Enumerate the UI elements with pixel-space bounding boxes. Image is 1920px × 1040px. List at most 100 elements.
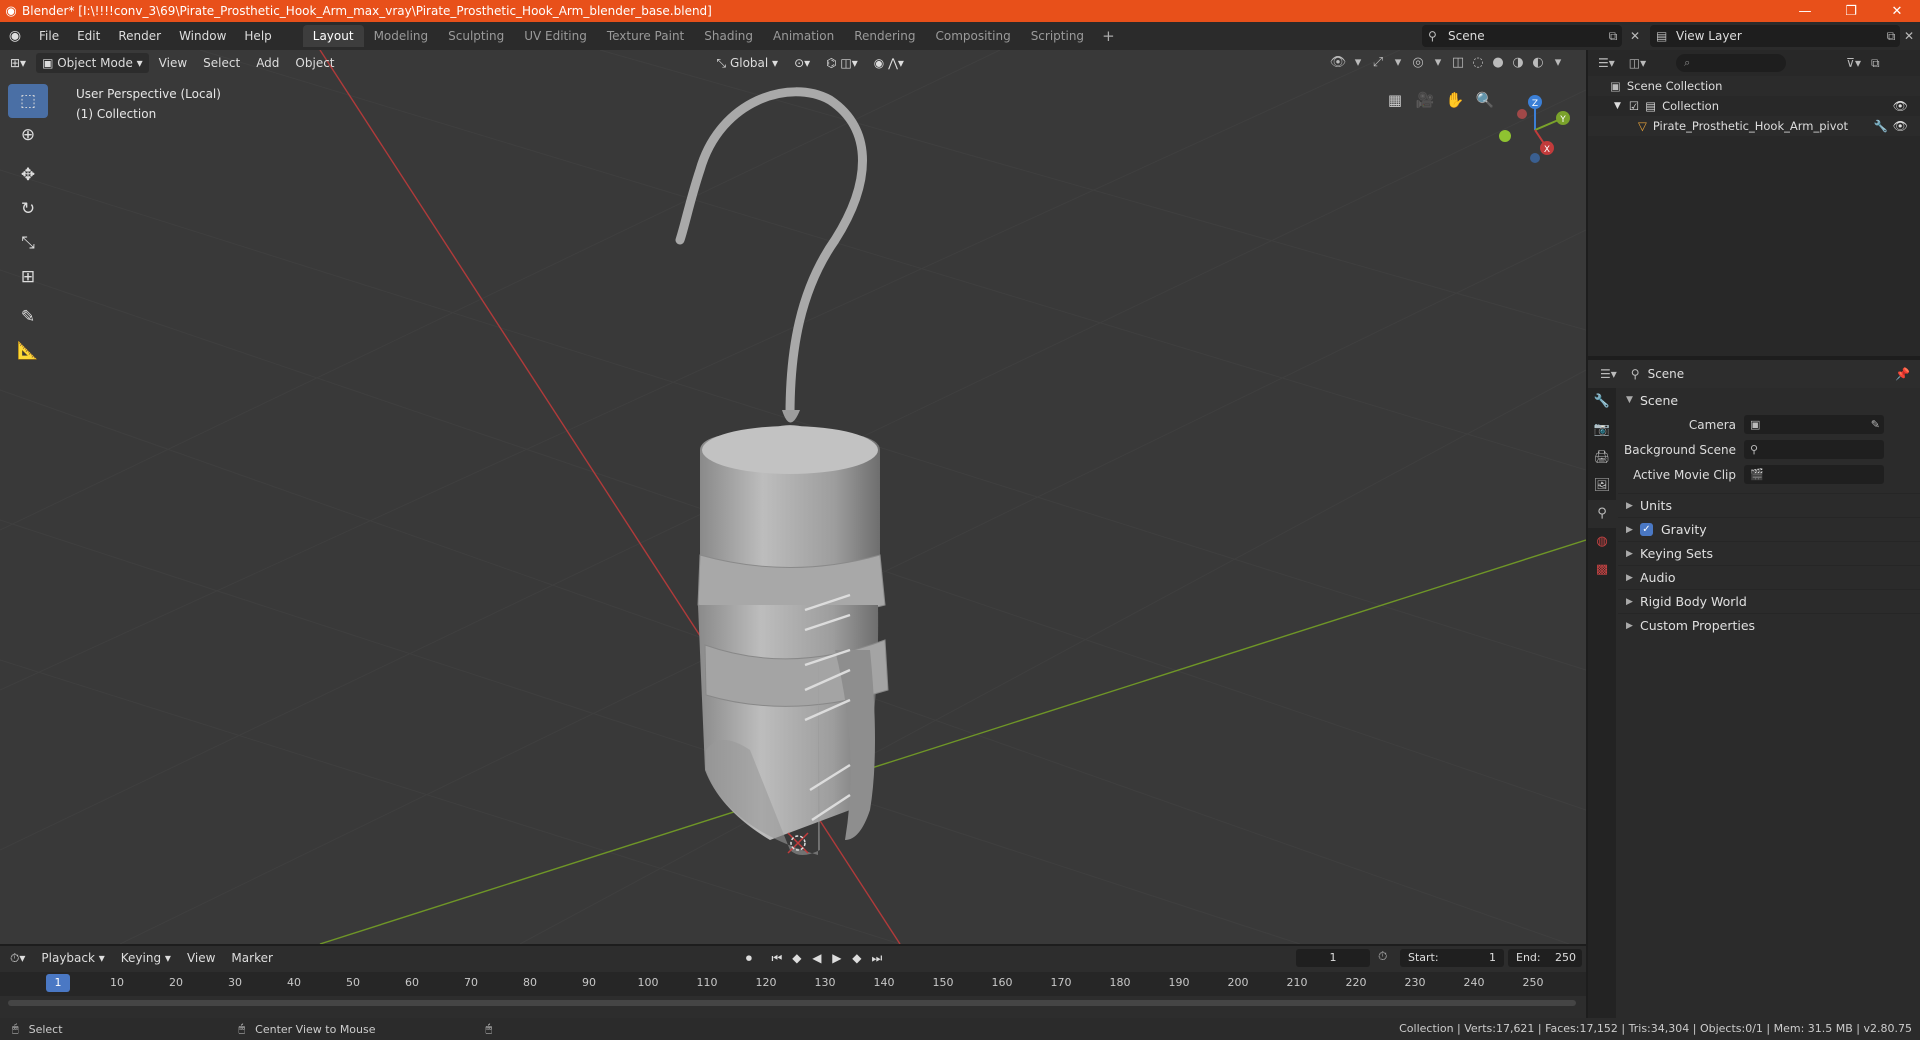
outliner-row-object[interactable]: ▽ Pirate_Prosthetic_Hook_Arm_pivot 🔧 👁 xyxy=(1588,116,1920,136)
tab-texture-paint[interactable]: Texture Paint xyxy=(597,25,694,47)
viewport-menu-view[interactable]: View xyxy=(153,53,193,73)
filter-icon[interactable]: ⊽▾ xyxy=(1846,56,1861,70)
menu-window[interactable]: Window xyxy=(170,22,235,50)
viewport-menu-add[interactable]: Add xyxy=(250,53,285,73)
viewport-menu-select[interactable]: Select xyxy=(197,53,246,73)
timeline-menu-view[interactable]: View xyxy=(181,948,221,968)
active-movie-clip-field[interactable]: 🎬 xyxy=(1744,465,1884,484)
subpanel-units[interactable]: ▶ Units xyxy=(1618,493,1920,517)
visibility-eye-icon[interactable]: 👁 xyxy=(1893,119,1908,133)
tab-shading[interactable]: Shading xyxy=(694,25,763,47)
perspective-toggle-icon[interactable]: ▦ xyxy=(1380,86,1410,114)
menu-render[interactable]: Render xyxy=(109,22,170,50)
tab-layout[interactable]: Layout xyxy=(302,25,364,47)
visibility-icon[interactable]: 👁 xyxy=(1328,53,1348,73)
texture-tab-icon[interactable]: ▩ xyxy=(1588,556,1616,584)
chevron-down-icon[interactable]: ▾ xyxy=(1548,53,1568,73)
tab-compositing[interactable]: Compositing xyxy=(925,25,1020,47)
jump-end-icon[interactable]: ⏭ xyxy=(867,951,887,966)
blender-menu-icon[interactable]: ◉ xyxy=(0,28,30,44)
rendered-shading-icon[interactable]: ◐ xyxy=(1528,53,1548,73)
object-mode-dropdown[interactable]: ▣ Object Mode ▾ xyxy=(36,53,149,73)
rotate-tool-icon[interactable]: ↻ xyxy=(8,192,48,226)
timeline-ruler[interactable]: 1 10 20 30 40 50 60 70 80 90 100 110 120 130 140 150 160… xyxy=(0,972,1586,996)
subpanel-gravity[interactable]: ▶ ✓ Gravity xyxy=(1618,517,1920,541)
tab-uv-editing[interactable]: UV Editing xyxy=(514,25,597,47)
view-layer-tab-icon[interactable]: 🖼 xyxy=(1588,472,1616,500)
move-tool-icon[interactable]: ✥ xyxy=(8,158,48,192)
timeline-scrollbar[interactable] xyxy=(8,1000,1576,1006)
scene-selector[interactable]: ⚲ Scene xyxy=(1422,25,1622,47)
gizmo-toggle-icon[interactable]: ⤢ xyxy=(1368,53,1388,73)
proportional-edit-icon[interactable]: ◉ ⋀▾ xyxy=(868,53,910,73)
minimize-button[interactable]: — xyxy=(1782,4,1828,19)
menu-file[interactable]: File xyxy=(30,22,68,50)
timeline-editor-icon[interactable]: ⏱▾ xyxy=(4,948,31,968)
world-tab-icon[interactable]: ◍ xyxy=(1588,528,1616,556)
outliner-search-input[interactable]: ⌕ xyxy=(1676,54,1787,72)
scene-tab-icon[interactable]: ⚲ xyxy=(1588,500,1616,528)
tab-modeling[interactable]: Modeling xyxy=(364,25,439,47)
current-frame-field[interactable]: 1 xyxy=(1296,949,1370,967)
timeline-menu-marker[interactable]: Marker xyxy=(225,948,278,968)
play-icon[interactable]: ▶ xyxy=(827,951,847,966)
pin-icon[interactable]: 📌 xyxy=(1895,367,1910,381)
3d-viewport[interactable]: ⊞▾ ▣ Object Mode ▾ View Select Add Objec… xyxy=(0,50,1586,944)
delete-view-layer-icon[interactable]: ✕ xyxy=(1898,25,1920,47)
chevron-down-icon[interactable]: ▾ xyxy=(1348,53,1368,73)
panel-scene-header[interactable]: ▼ Scene xyxy=(1618,388,1920,412)
scale-tool-icon[interactable]: ⤡ xyxy=(8,226,48,260)
chevron-down-icon[interactable]: ▾ xyxy=(1388,53,1408,73)
overlay-toggle-icon[interactable]: ◎ xyxy=(1408,53,1428,73)
maximize-button[interactable]: ❐ xyxy=(1828,4,1874,19)
subpanel-rigid-body-world[interactable]: ▶ Rigid Body World xyxy=(1618,589,1920,613)
gravity-checkbox[interactable]: ✓ xyxy=(1640,523,1653,536)
timeline-menu-playback[interactable]: Playback ▾ xyxy=(35,948,110,968)
close-button[interactable]: ✕ xyxy=(1874,4,1920,19)
subpanel-audio[interactable]: ▶ Audio xyxy=(1618,565,1920,589)
timeline-menu-keying[interactable]: Keying ▾ xyxy=(115,948,177,968)
timeline-current-frame-marker[interactable]: 1 xyxy=(46,974,70,992)
xray-toggle-icon[interactable]: ◫ xyxy=(1448,53,1468,73)
tab-sculpting[interactable]: Sculpting xyxy=(438,25,514,47)
pan-view-icon[interactable]: ✋ xyxy=(1440,86,1470,114)
expand-arrow-icon[interactable]: ▼ xyxy=(1614,101,1621,111)
select-box-tool-icon[interactable]: ⬚ xyxy=(8,84,48,118)
display-mode-icon[interactable]: ◫▾ xyxy=(1629,56,1646,70)
render-tab-icon[interactable]: 📷 xyxy=(1588,416,1616,444)
collection-checkbox[interactable]: ☑ xyxy=(1629,99,1639,113)
editor-type-icon[interactable]: ⊞▾ xyxy=(4,53,32,73)
measure-tool-icon[interactable]: 📐 xyxy=(8,334,48,368)
properties-editor-icon[interactable]: ☰▾ xyxy=(1600,367,1617,381)
outliner-row-collection[interactable]: ▼ ☑ ▤ Collection 👁 xyxy=(1588,96,1920,116)
viewport-menu-object[interactable]: Object xyxy=(289,53,340,73)
transform-tool-icon[interactable]: ⊞ xyxy=(8,260,48,294)
camera-view-icon[interactable]: 🎥 xyxy=(1410,86,1440,114)
camera-field[interactable]: ▣ ✎ xyxy=(1744,415,1884,434)
menu-edit[interactable]: Edit xyxy=(68,22,109,50)
visibility-eye-icon[interactable]: 👁 xyxy=(1893,99,1908,113)
pivot-point-icon[interactable]: ⊙▾ xyxy=(788,53,816,73)
tab-animation[interactable]: Animation xyxy=(763,25,844,47)
tab-scripting[interactable]: Scripting xyxy=(1021,25,1094,47)
cursor-tool-icon[interactable]: ⊕ xyxy=(8,118,48,152)
view-layer-selector[interactable]: ▤ View Layer xyxy=(1650,25,1900,47)
record-icon[interactable]: ⏺ xyxy=(739,951,759,966)
eyedropper-icon[interactable]: ✎ xyxy=(1871,418,1880,431)
new-scene-icon[interactable]: ⧉ xyxy=(1602,25,1624,47)
start-frame-field[interactable]: Start: 1 xyxy=(1400,949,1504,967)
tool-tab-icon[interactable]: 🔧 xyxy=(1588,388,1616,416)
play-reverse-icon[interactable]: ◀ xyxy=(807,951,827,966)
tab-rendering[interactable]: Rendering xyxy=(844,25,925,47)
wireframe-shading-icon[interactable]: ◌ xyxy=(1468,53,1488,73)
next-keyframe-icon[interactable]: ◆ xyxy=(847,951,867,966)
delete-scene-icon[interactable]: ✕ xyxy=(1624,25,1646,47)
chevron-down-icon[interactable]: ▾ xyxy=(1428,53,1448,73)
output-tab-icon[interactable]: 🖨 xyxy=(1588,444,1616,472)
menu-help[interactable]: Help xyxy=(235,22,280,50)
preview-range-icon[interactable]: ⏱ xyxy=(1378,949,1387,964)
solid-shading-icon[interactable]: ● xyxy=(1488,53,1508,73)
transform-orientation-dropdown[interactable]: ⤡ Global ▾ xyxy=(711,53,785,73)
hook-arm-model[interactable] xyxy=(675,87,889,855)
add-workspace-icon[interactable]: + xyxy=(1094,27,1123,45)
